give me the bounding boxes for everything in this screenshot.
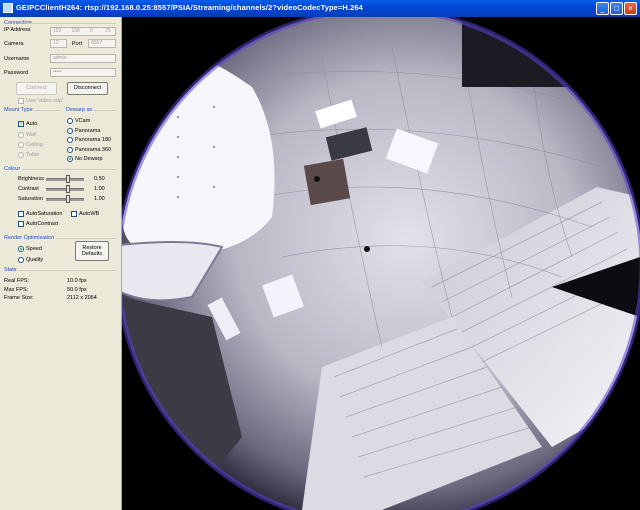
saturation-slider-track (46, 198, 84, 201)
mount-auto-checkbox[interactable] (18, 120, 24, 127)
divider (56, 238, 116, 239)
divider (18, 270, 116, 271)
ip-octet-3: 0 (90, 28, 93, 34)
render-speed-label: Speed (26, 246, 42, 252)
dewarp-vcam-radio[interactable] (67, 118, 73, 124)
disconnect-button[interactable]: Disconnect (67, 82, 108, 95)
dewarp-vcam-label: VCam (75, 118, 91, 124)
dewarp-panorama-radio[interactable] (67, 128, 73, 134)
auto-contrast-checkbox[interactable] (18, 221, 24, 227)
title-bar[interactable]: GEIPCClientH264: rtsp://192.168.0.25:855… (0, 0, 640, 17)
ip-octet-2: 168 (71, 28, 80, 34)
divider (26, 23, 116, 24)
dewarp-panorama-360-radio[interactable] (67, 147, 73, 153)
fisheye-image (122, 17, 640, 510)
brightness-value: 0.50 (94, 176, 105, 182)
dewarp-no-dewarp-radio[interactable] (67, 156, 73, 162)
mount-auto-label: Auto (26, 121, 38, 127)
frame-size-value: 2112 x 2064 (67, 295, 97, 301)
password-label: Password (4, 70, 29, 76)
password-field[interactable]: ••••• (50, 68, 116, 77)
brightness-slider-thumb[interactable] (66, 175, 70, 183)
contrast-slider-thumb[interactable] (66, 185, 70, 193)
mount-wall-label: Wall (26, 132, 37, 138)
maximize-icon[interactable]: □ (610, 2, 623, 15)
mount-wall-radio[interactable] (18, 132, 24, 138)
max-fps-label: Max FPS: (4, 287, 29, 293)
restore-defaults-button[interactable]: Restore Defaults (75, 241, 109, 261)
auto-saturation-checkbox[interactable] (18, 211, 24, 217)
dewarp-panorama-180-radio[interactable] (67, 137, 73, 143)
section-colour: Colour (4, 166, 21, 172)
frame-size-label: Frame Size: (4, 295, 34, 301)
section-dewarp: Dewarp as (66, 107, 93, 113)
mount-table-radio[interactable] (18, 152, 24, 158)
connect-button[interactable]: Connect (16, 82, 57, 95)
divider (93, 110, 116, 111)
saturation-slider-thumb[interactable] (66, 195, 70, 203)
fisheye-scene (122, 17, 640, 510)
port-field[interactable]: 8557 (88, 39, 116, 48)
divider (34, 110, 60, 111)
render-speed-radio[interactable] (18, 246, 24, 252)
video-view[interactable] (122, 17, 640, 510)
dewarp-panorama-180-label: Panorama 180 (75, 137, 112, 143)
app-icon (3, 3, 13, 13)
max-fps-value: 50.0 fps (67, 287, 87, 293)
render-quality-label: Quality (26, 257, 44, 263)
ip-octet-1: 192 (53, 28, 62, 34)
mount-ceiling-label: Ceiling (26, 142, 43, 148)
dewarp-no-dewarp-label: No Dewarp (75, 156, 103, 162)
camera-field[interactable]: 13 (50, 39, 67, 48)
contrast-value: 1.00 (94, 186, 105, 192)
username-field[interactable]: admin (50, 54, 116, 63)
render-quality-radio[interactable] (18, 257, 24, 263)
mount-table-label: Table (26, 152, 40, 158)
dewarp-panorama-label: Panorama (75, 128, 101, 134)
brightness-label: Brightness (18, 176, 44, 182)
dewarp-panorama-360-label: Panorama 360 (75, 147, 112, 153)
contrast-slider-track (46, 188, 84, 191)
section-stats: Stats (4, 267, 17, 273)
section-mount-type: Mount Type (4, 107, 33, 113)
saturation-value: 1.00 (94, 196, 105, 202)
real-fps-value: 10.0 fps (67, 278, 87, 284)
ip-address-label: IP Address (4, 27, 31, 33)
ip-octet-4: 25 (104, 28, 111, 34)
ip-address-field[interactable]: 192 . 168 . 0 . 25 (50, 27, 116, 36)
auto-wb-label: AutoWB (79, 211, 100, 217)
mount-ceiling-radio[interactable] (18, 142, 24, 148)
auto-wb-checkbox[interactable] (71, 211, 77, 217)
auto-contrast-label: AutoContrast (26, 221, 59, 227)
username-label: Username (4, 56, 30, 62)
control-panel: Connection IP Address 192 . 168 . 0 . 25… (0, 17, 122, 510)
saturation-label: Saturation (18, 196, 44, 202)
contrast-label: Contrast (18, 186, 39, 192)
window-title: GEIPCClientH264: rtsp://192.168.0.25:855… (16, 3, 363, 12)
section-render: Render Optimisation (4, 235, 55, 241)
real-fps-label: Real FPS: (4, 278, 30, 284)
port-label: Port (72, 41, 83, 47)
use-xdp-label: Use 'video.xdp' (26, 98, 63, 104)
brightness-slider-track (46, 178, 84, 181)
divider (22, 169, 116, 170)
camera-label: Camera (4, 41, 24, 47)
use-xdp-checkbox[interactable] (18, 98, 24, 104)
minimize-icon[interactable]: _ (596, 2, 609, 15)
restore-label-line2: Defaults (81, 251, 103, 257)
auto-saturation-label: AutoSaturation (26, 211, 63, 217)
close-icon[interactable]: × (624, 2, 637, 15)
